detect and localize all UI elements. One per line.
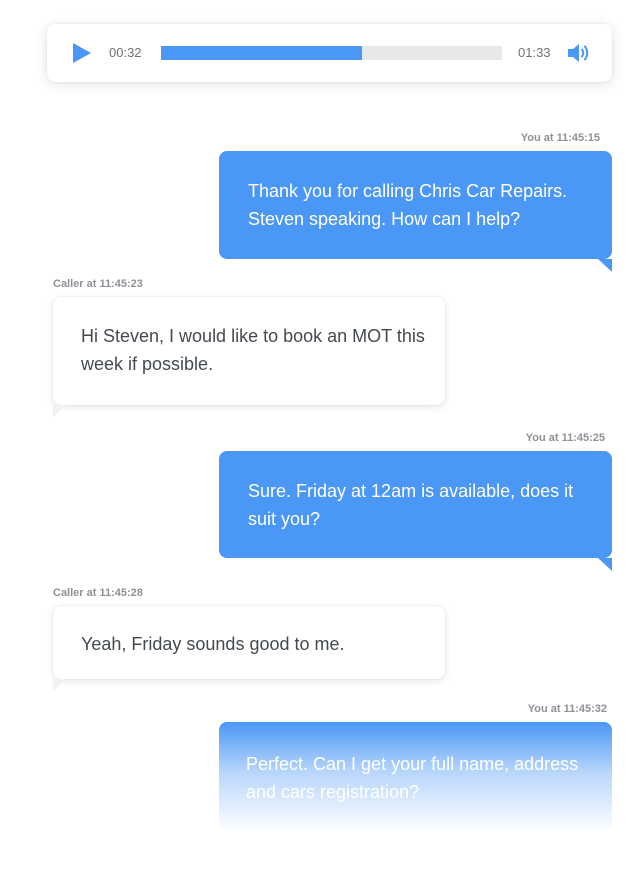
message-text: Sure. Friday at 12am is available, does …	[248, 481, 574, 529]
audio-player: 00:32 01:33	[47, 24, 612, 82]
message-text: Thank you for calling Chris Car Repairs.…	[248, 181, 568, 229]
message-bubble-you: Thank you for calling Chris Car Repairs.…	[219, 151, 612, 272]
volume-icon[interactable]	[566, 41, 592, 65]
message-text: Hi Steven, I would like to book an MOT t…	[81, 326, 425, 374]
message-bubble-caller: Yeah, Friday sounds good to me.	[53, 606, 445, 691]
message-text: Perfect. Can I get your full name, addre…	[246, 754, 579, 802]
message-bubble-you: Perfect. Can I get your full name, addre…	[219, 722, 612, 832]
duration-time: 01:33	[518, 45, 551, 60]
message-meta: Caller at 11:45:23	[53, 278, 143, 290]
message-meta: You at 11:45:32	[527, 703, 607, 715]
bubble-tail	[53, 405, 66, 417]
bubble-tail	[598, 558, 612, 571]
message-text: Yeah, Friday sounds good to me.	[81, 634, 345, 654]
play-icon[interactable]	[71, 42, 93, 64]
message-meta: You at 11:45:15	[520, 132, 600, 144]
bubble-tail	[53, 679, 66, 691]
message-bubble-you: Sure. Friday at 12am is available, does …	[219, 451, 612, 571]
message-meta: You at 11:45:25	[525, 432, 605, 444]
bubble-tail	[598, 259, 612, 272]
progress-bar[interactable]	[161, 46, 502, 60]
message-meta: Caller at 11:45:28	[53, 587, 143, 599]
current-time: 00:32	[109, 45, 142, 60]
progress-fill	[161, 46, 363, 60]
message-bubble-caller: Hi Steven, I would like to book an MOT t…	[53, 297, 445, 417]
